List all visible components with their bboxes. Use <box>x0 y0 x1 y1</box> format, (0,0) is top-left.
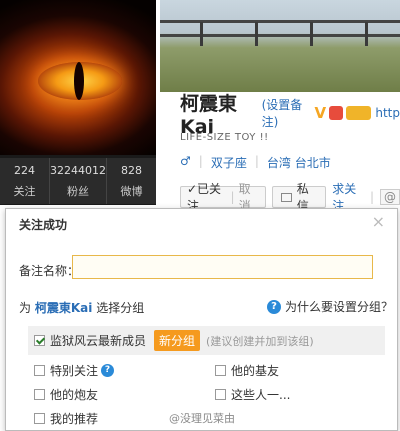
remark-input[interactable] <box>72 255 373 279</box>
stat-followers-label: 粉丝 <box>67 185 89 198</box>
group-row-new: 监狱风云最新成员 新分组 (建议创建并加到该组) <box>28 326 385 355</box>
group-checkbox[interactable] <box>34 389 45 400</box>
group-item[interactable]: 这些人一... <box>209 386 290 403</box>
weibo-badge-icon[interactable] <box>329 106 343 120</box>
divider: | <box>369 190 374 204</box>
level-badge-icon[interactable] <box>345 106 372 120</box>
remark-label: 备注名称： <box>19 264 80 278</box>
mention-button[interactable]: @ <box>380 189 400 205</box>
profile-url-link[interactable]: http <box>375 106 400 120</box>
cover-image <box>160 0 400 92</box>
fence-post <box>255 22 258 46</box>
mail-icon <box>281 192 292 202</box>
profile-bio: LIFE-SIZE TOY !! <box>180 132 269 143</box>
profile-sidebar: 224 关注 32244012 粉丝 828 微博 <box>0 0 156 205</box>
fence-post <box>200 22 203 46</box>
stat-following[interactable]: 224 关注 <box>0 158 50 204</box>
group-item[interactable]: 他的炮友 <box>28 386 98 403</box>
divider: | <box>254 154 259 168</box>
watermark: @没理见菜由 <box>169 412 235 425</box>
group-label: 特别关注 <box>50 364 99 378</box>
set-remark-link[interactable]: (设置备注) <box>262 96 311 130</box>
new-group-button[interactable]: 新分组 <box>154 330 201 351</box>
stat-following-label: 关注 <box>13 185 36 198</box>
group-checkbox[interactable] <box>215 389 226 400</box>
stat-followers-count: 32244012 <box>50 164 106 177</box>
group-item[interactable]: 他的基友 <box>209 362 279 379</box>
followed-button[interactable]: ✓已关注 | 取消 <box>180 182 267 213</box>
group-prompt: 为 柯震東Kai 选择分组 <box>19 299 144 316</box>
group-checkbox[interactable] <box>34 413 45 424</box>
divider: | <box>198 154 203 168</box>
profile-name-row: 柯震東Kai (设置备注) V http <box>180 93 400 138</box>
fence-rail <box>160 34 400 37</box>
avatar-pupil-art <box>74 62 84 100</box>
profile-stats: 224 关注 32244012 粉丝 828 微博 <box>0 158 156 204</box>
group-label: 这些人一... <box>231 388 291 402</box>
new-group-hint: (建议创建并加到该组) <box>206 334 314 348</box>
dialog-title: 关注成功 <box>19 218 68 232</box>
group-item[interactable]: 特别关注 ? <box>28 362 115 379</box>
group-label: 我的推荐 <box>50 412 99 426</box>
group-checkbox-new[interactable] <box>34 335 45 346</box>
dialog-header: 关注成功 × <box>6 209 397 237</box>
follow-success-dialog: 关注成功 × 备注名称： 为 柯震東Kai 选择分组 ? 为什么要设置分组？ 监… <box>5 208 398 431</box>
group-label: 他的基友 <box>231 364 280 378</box>
group-checkbox[interactable] <box>215 365 226 376</box>
group-prompt-suffix: 选择分组 <box>96 301 145 315</box>
stat-following-count: 224 <box>14 164 35 177</box>
help-icon[interactable]: ? <box>101 364 115 377</box>
divider: | <box>230 190 235 204</box>
group-checkbox[interactable] <box>34 365 45 376</box>
group-prompt-username: 柯震東Kai <box>34 301 93 315</box>
fence-post <box>365 22 368 46</box>
fence-post <box>310 22 313 46</box>
group-label: 他的炮友 <box>50 388 99 402</box>
close-icon[interactable]: × <box>372 212 385 231</box>
stat-posts-count: 828 <box>121 164 142 177</box>
message-button[interactable]: 私信 <box>272 182 327 213</box>
why-groups-link[interactable]: ? 为什么要设置分组？ <box>267 298 393 315</box>
verified-icon[interactable]: V <box>315 104 327 122</box>
help-icon: ? <box>267 299 281 314</box>
avatar[interactable] <box>0 0 156 155</box>
stat-posts[interactable]: 828 微博 <box>107 158 156 204</box>
location-link[interactable]: 台湾 台北市 <box>267 154 331 171</box>
group-label-new: 监狱风云最新成员 <box>50 334 147 348</box>
male-icon: ♂ <box>180 154 191 168</box>
why-groups-label: 为什么要设置分组？ <box>285 300 394 314</box>
profile-name: 柯震東Kai <box>180 92 238 138</box>
stat-followers[interactable]: 32244012 粉丝 <box>50 158 107 204</box>
stat-posts-label: 微博 <box>120 185 143 198</box>
group-item[interactable]: 我的推荐 <box>28 410 98 427</box>
constellation-link[interactable]: 双子座 <box>211 154 247 171</box>
group-prompt-prefix: 为 <box>19 301 32 315</box>
profile-info-row: ♂ | 双子座 | 台湾 台北市 <box>180 154 331 171</box>
fence-rail <box>160 20 400 23</box>
